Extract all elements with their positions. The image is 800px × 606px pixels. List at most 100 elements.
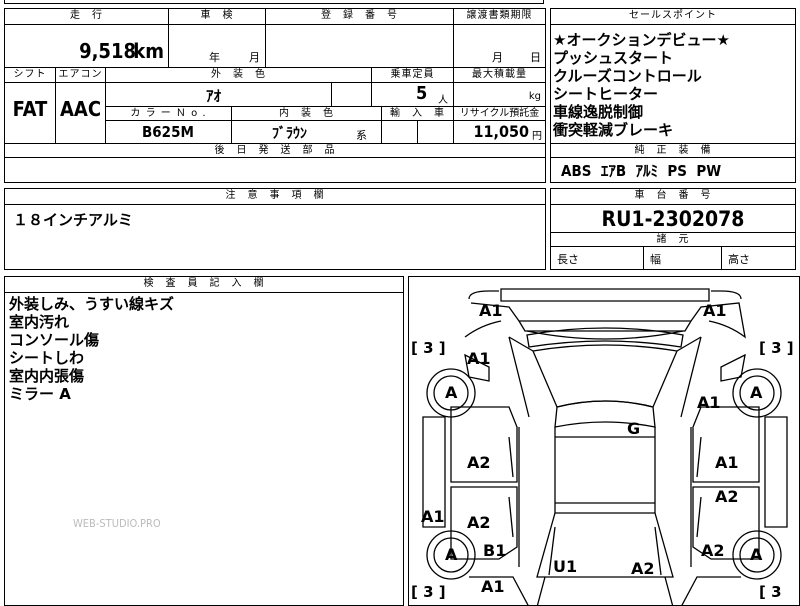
max-load-unit: kg (528, 91, 541, 102)
transfer-day-unit: 日 (530, 51, 541, 64)
sales-point-item: クルーズコントロール (553, 67, 702, 85)
damage-label: A (445, 383, 458, 402)
damage-label: [ 3 ] (411, 339, 446, 357)
chassis-header: 車 台 番 号 (551, 189, 795, 205)
sales-point-item: 衝突軽減ブレーキ (553, 121, 674, 139)
damage-label: A (750, 383, 763, 402)
inspector-note: ミラー A (9, 385, 71, 403)
dimensions-length: 長さ (557, 253, 579, 266)
max-load-value-cell: kg (453, 83, 545, 107)
shift-header: シフト (5, 67, 55, 83)
damage-label: [ 3 (759, 583, 782, 601)
damage-label: G (627, 419, 641, 438)
damage-label: A2 (467, 513, 491, 532)
mileage-value-cell: 9,518 km (5, 25, 168, 67)
sales-points-header: セールスポイント (551, 9, 795, 25)
inspection-header: 車 検 (168, 9, 265, 25)
inspector-header: 検 査 員 記 入 欄 (5, 277, 403, 293)
damage-label: A1 (697, 393, 721, 412)
recycle-header: リサイクル預託金 (453, 107, 545, 121)
chassis-panel: 車 台 番 号 RU1-2302078 諸 元 長さ 幅 高さ (550, 188, 796, 270)
sales-point-item: プッシュスタート (553, 49, 674, 67)
inspection-year-unit: 年 (209, 51, 220, 64)
exterior-color-header: 外 装 色 (105, 67, 371, 83)
standard-equipment-value: ABS ｴｱB ｱﾙﾐ PS PW (561, 162, 722, 180)
shipping-parts-header: 後 日 発 送 部 品 (5, 143, 545, 158)
transfer-month-unit: 月 (492, 51, 503, 64)
interior-color-suffix: 系 (356, 129, 367, 142)
notes-value: １８インチアルミ (13, 211, 133, 229)
inspector-notes-list: 外装しみ、うすい線キズ 室内汚れ コンソール傷 シートしわ 室内内張傷 ミラー … (9, 295, 399, 403)
exterior-color-value: ｱｵ (206, 87, 222, 105)
mileage-value: 9,518 (79, 39, 136, 63)
sales-point-item: シートヒーター (553, 85, 659, 103)
sales-point-item: 車線逸脱制御 (553, 103, 644, 121)
shipping-parts-value-cell (5, 158, 545, 182)
recycle-value: 11,050 (473, 122, 529, 141)
vehicle-info-table: 走 行 車 検 登 録 番 号 譲渡書類期限 9,518 km 年 月 月 日 … (4, 8, 546, 183)
aircon-value: AAC (55, 83, 105, 143)
interior-color-value-cell: ﾌﾞﾗｳﾝ 系 (231, 121, 381, 143)
interior-color-value: ﾌﾞﾗｳﾝ (272, 126, 307, 142)
top-strip (4, 0, 544, 4)
max-load-header: 最大積載量 (453, 67, 545, 83)
sales-points-panel: セールスポイント ★オークションデビュー★ プッシュスタート クルーズコントロー… (550, 8, 796, 183)
inspector-note: シートしわ (9, 349, 85, 367)
damage-label: A2 (467, 453, 491, 472)
recycle-unit: 円 (532, 131, 542, 142)
damage-label: A1 (467, 349, 491, 368)
interior-color-header: 内 装 色 (231, 107, 381, 121)
transfer-deadline-header: 譲渡書類期限 (453, 9, 545, 25)
dimensions-header: 諸 元 (551, 232, 795, 247)
inspection-value-cell: 年 月 (168, 25, 265, 67)
capacity-unit: 人 (438, 95, 448, 106)
import-header: 輸 入 車 (381, 107, 453, 121)
import-value-cell-a (381, 121, 417, 143)
standard-equipment-header: 純 正 装 備 (551, 143, 795, 158)
damage-label: A (445, 545, 458, 564)
shift-value: FAT (12, 97, 48, 121)
damage-label: [ 3 ] (759, 339, 794, 357)
car-outline (422, 288, 788, 605)
exterior-color-extra-cell (331, 83, 371, 107)
damage-label: A2 (631, 559, 655, 578)
capacity-value-cell: 5 人 (371, 83, 453, 107)
damage-label: A1 (479, 301, 503, 320)
damage-label: U1 (553, 557, 578, 576)
damage-label: A1 (715, 453, 739, 472)
notes-header: 注 意 事 項 欄 (5, 189, 545, 205)
color-no-value: B625M (142, 123, 194, 141)
sales-point-item: ★オークションデビュー★ (553, 31, 730, 49)
notes-panel: 注 意 事 項 欄 １８インチアルミ (4, 188, 546, 270)
color-no-header: カ ラ ー Ｎ o . (105, 107, 231, 121)
inspector-note: 室内内張傷 (9, 367, 85, 385)
damage-label: A1 (421, 507, 445, 526)
chassis-value: RU1-2302078 (601, 207, 745, 231)
damage-label: A (750, 545, 763, 564)
transfer-deadline-value-cell: 月 日 (453, 25, 545, 67)
registration-header: 登 録 番 号 (265, 9, 453, 25)
sales-points-list: ★オークションデビュー★ プッシュスタート クルーズコントロール シートヒーター… (553, 31, 793, 139)
inspector-note: 室内汚れ (9, 313, 70, 331)
car-condition-diagram: A1 A1 [ 3 ] [ 3 ] A1 A A A1 G A2 A1 A2 A… (408, 276, 800, 606)
import-value-cell-b (417, 121, 453, 143)
damage-label: [ 3 ] (411, 583, 446, 601)
exterior-color-value-cell: ｱｵ (105, 83, 331, 107)
inspector-note: コンソール傷 (9, 331, 100, 349)
capacity-value: 5 (416, 83, 428, 104)
aircon-header: エアコン (55, 67, 105, 83)
recycle-value-cell: 11,050 円 (453, 121, 545, 143)
dimensions-height: 高さ (721, 247, 795, 269)
damage-label: A1 (703, 301, 727, 320)
inspection-month-unit: 月 (249, 51, 260, 64)
registration-value-cell (265, 25, 453, 67)
mileage-unit: km (133, 39, 164, 63)
dimensions-width: 幅 (643, 247, 721, 269)
damage-label: A1 (481, 577, 505, 596)
damage-label: B1 (483, 541, 507, 560)
color-no-value-cell: B625M (105, 121, 231, 143)
mileage-header: 走 行 (5, 9, 168, 25)
damage-label: A2 (715, 487, 739, 506)
inspector-note: 外装しみ、うすい線キズ (9, 295, 175, 313)
watermark: WEB-STUDIO.PRO (73, 517, 161, 530)
